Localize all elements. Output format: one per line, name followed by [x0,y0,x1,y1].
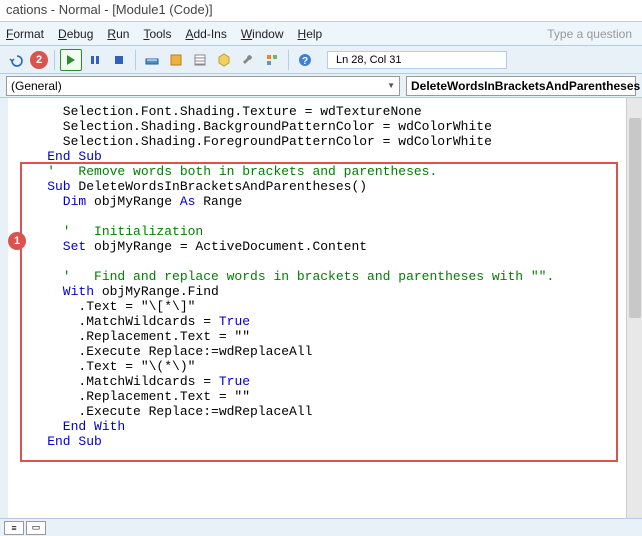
toolbar-sep [135,50,136,70]
code-editor[interactable]: Selection.Font.Shading.Texture = wdTextu… [0,98,642,518]
toolbar: 2 ? Ln 28, Col 31 [0,46,642,74]
menu-run[interactable]: Run [107,27,129,41]
code-content[interactable]: Selection.Font.Shading.Texture = wdTextu… [8,98,642,455]
toolbar-sep [288,50,289,70]
menu-format[interactable]: Format [6,27,44,41]
wrench-icon [241,53,255,67]
search-box[interactable]: Type a question [543,26,636,42]
scrollbar-thumb[interactable] [629,118,641,318]
vertical-scrollbar[interactable] [626,98,642,518]
menu-addins[interactable]: Add-Ins [185,27,226,41]
menu-debug[interactable]: Debug [58,27,93,41]
help-button[interactable]: ? [294,49,316,71]
chevron-down-icon: ▼ [387,81,395,90]
ruler-icon [145,53,159,67]
object-dropdown-value: (General) [11,79,62,93]
pause-icon [90,55,100,65]
procedure-dropdown-value: DeleteWordsInBracketsAndParentheses [411,79,640,93]
cube-icon [217,53,231,67]
title-bar: cations - Normal - [Module1 (Code)] [0,0,642,22]
grid-icon [265,53,279,67]
cursor-position: Ln 28, Col 31 [327,51,507,69]
project-explorer-button[interactable] [165,49,187,71]
stop-button[interactable] [108,49,130,71]
window-title: cations - Normal - [Module1 (Code)] [6,2,213,17]
toolbar-sep [54,50,55,70]
object-dropdown[interactable]: (General) ▼ [6,76,400,96]
run-button[interactable] [60,49,82,71]
undo-icon [9,53,23,67]
full-module-view-tab[interactable]: ▭ [26,521,46,535]
svg-text:?: ? [302,56,308,67]
procedure-view-tab[interactable]: ≡ [4,521,24,535]
properties-button[interactable] [189,49,211,71]
properties-icon [193,53,207,67]
tab-order-button[interactable] [261,49,283,71]
procedure-dropdown[interactable]: DeleteWordsInBracketsAndParentheses [406,76,636,96]
menu-help[interactable]: Help [298,27,323,41]
menu-tools[interactable]: Tools [143,27,171,41]
callout-1: 1 [8,232,26,250]
design-mode-button[interactable] [141,49,163,71]
undo-button[interactable] [5,49,27,71]
stop-icon [114,55,124,65]
help-icon: ? [298,53,312,67]
menu-bar: Format Debug Run Tools Add-Ins Window He… [0,22,642,46]
play-icon [66,55,76,65]
menu-window[interactable]: Window [241,27,284,41]
object-browser-button[interactable] [213,49,235,71]
folder-tree-icon [169,53,183,67]
dropdown-bar: (General) ▼ DeleteWordsInBracketsAndPare… [0,74,642,98]
toolbox-button[interactable] [237,49,259,71]
view-tabs: ≡ ▭ [0,518,642,536]
pause-button[interactable] [84,49,106,71]
callout-2: 2 [30,51,48,69]
